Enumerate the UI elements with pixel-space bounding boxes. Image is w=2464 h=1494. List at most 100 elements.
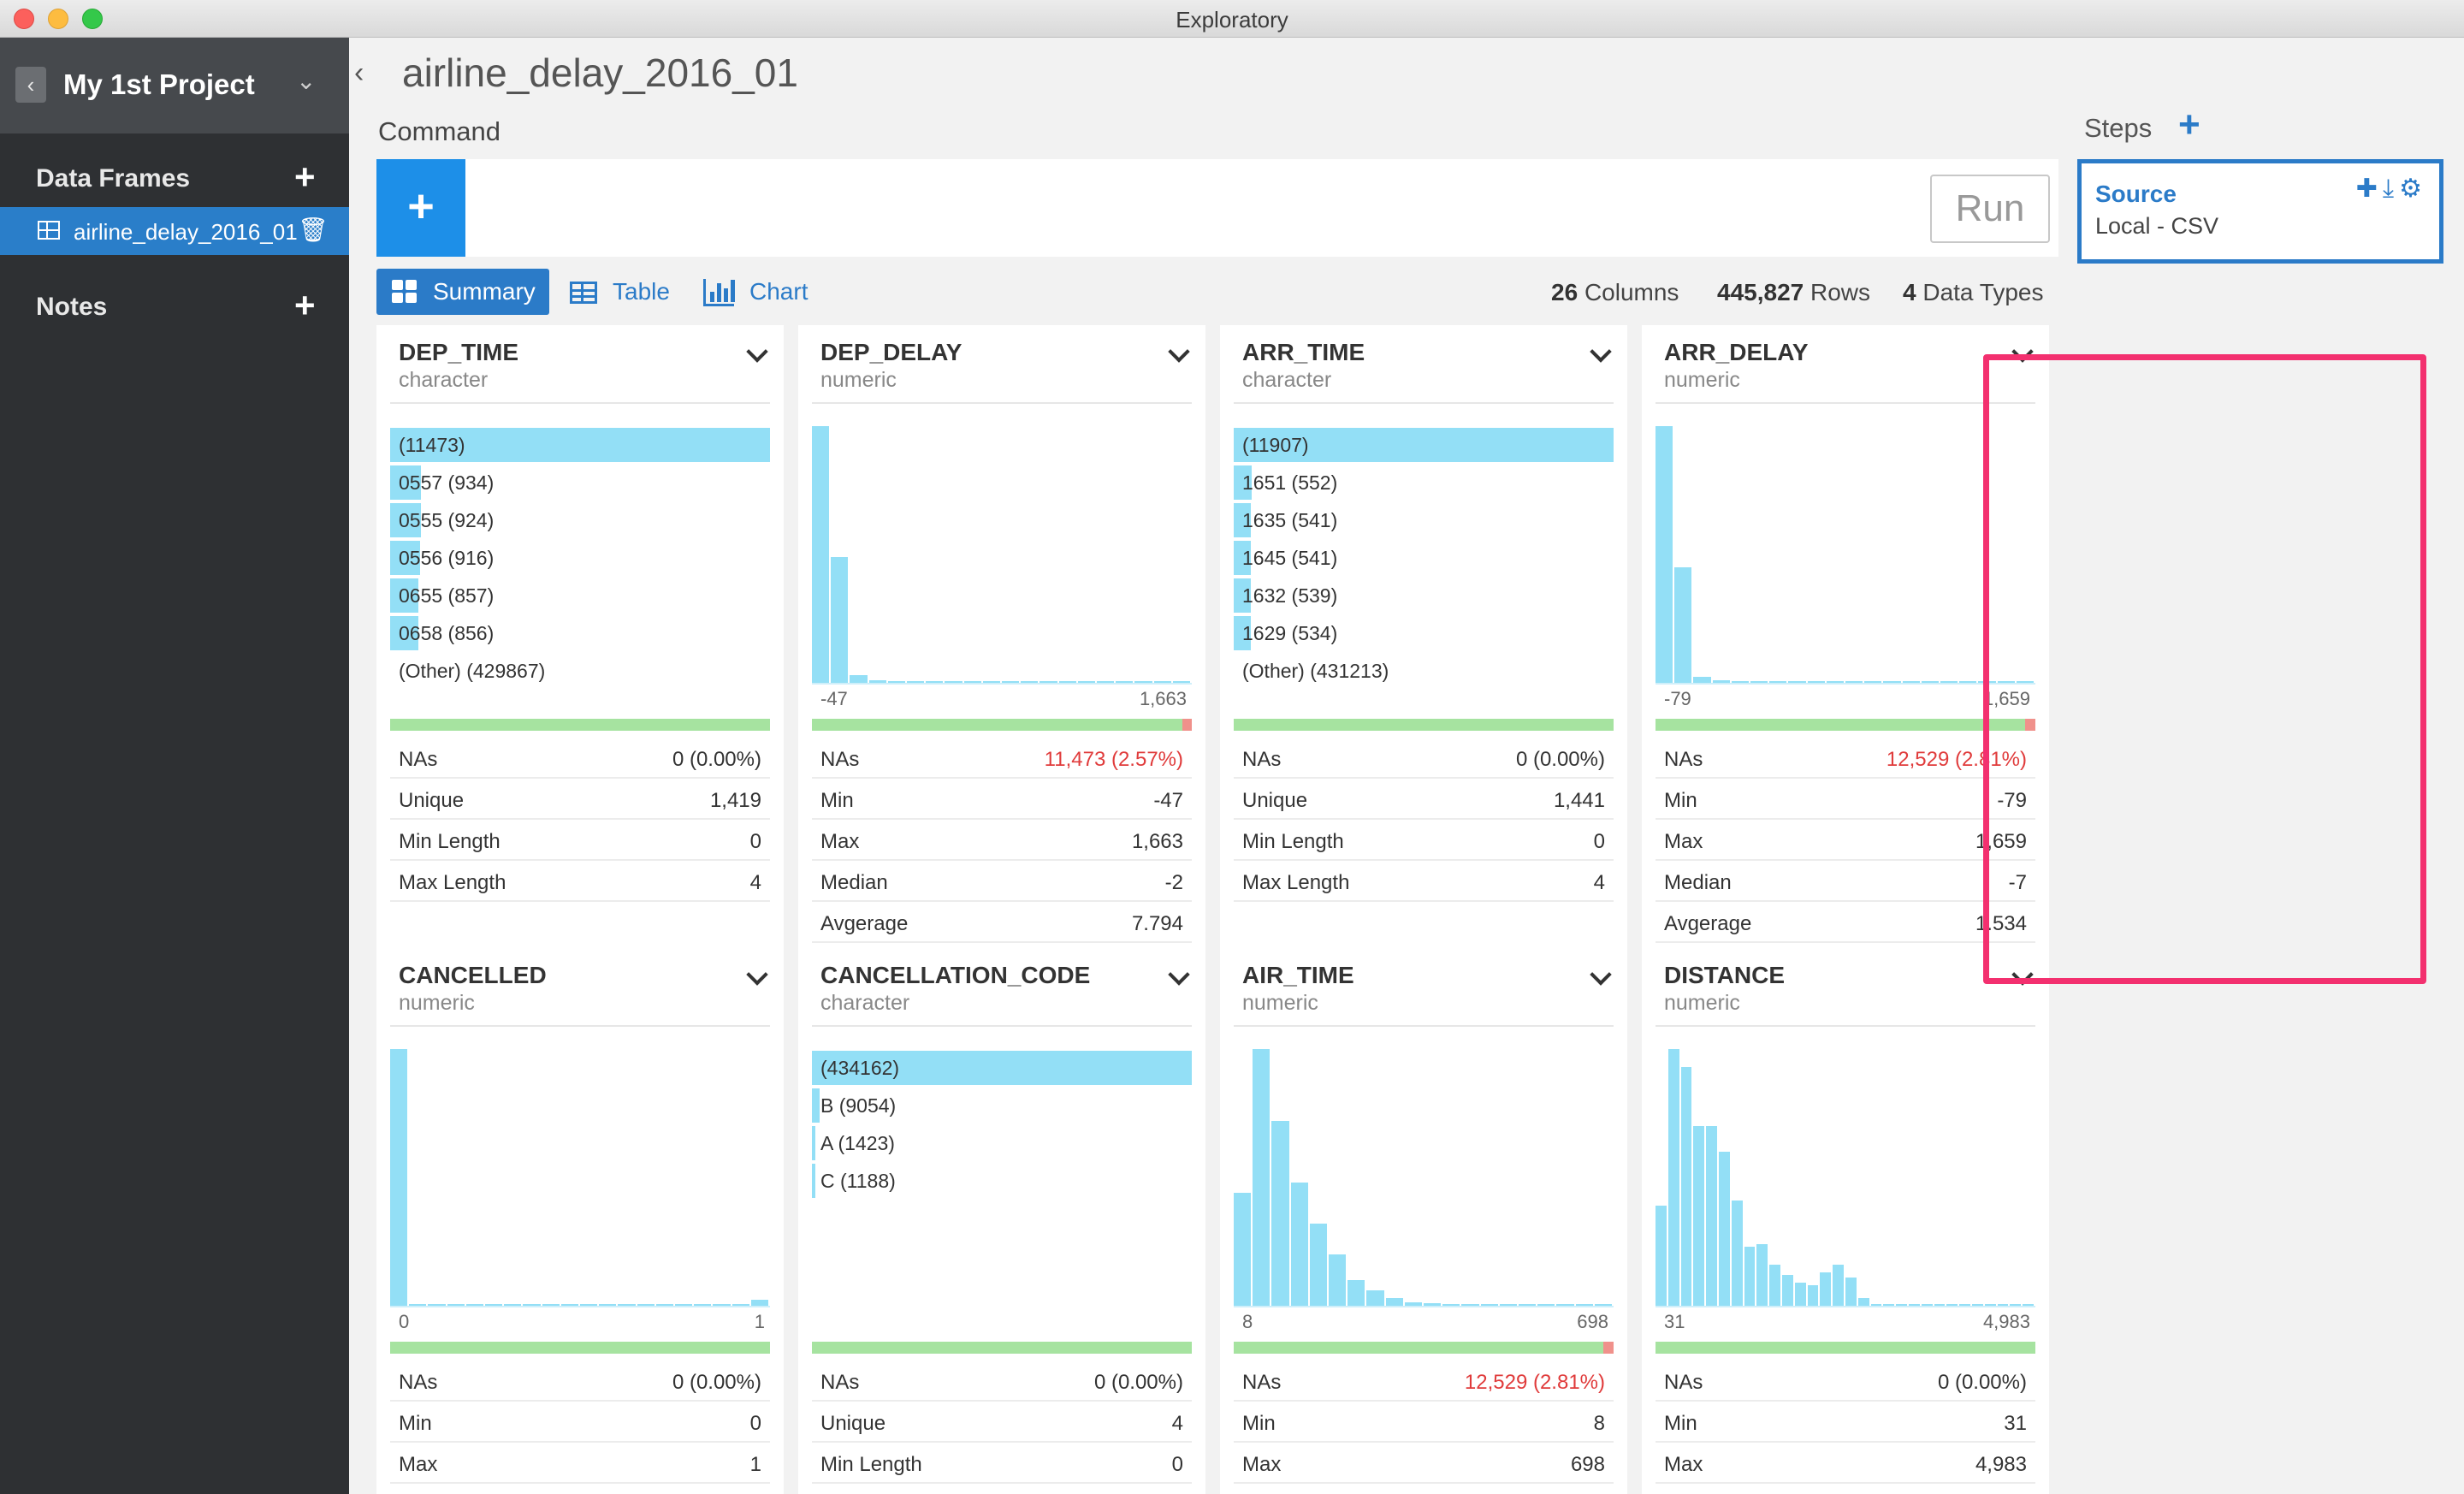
stat-label: Max [399,1453,438,1476]
column-card[interactable]: AIR_TIME numeric 8 698 NAs 12,529 (2.81%) Min 8… [1220,948,1627,1494]
divider [812,402,1192,404]
category-item[interactable]: B (9054) [812,1088,1192,1123]
source-step-title: Source [2095,181,2177,207]
category-item[interactable]: 0655 (857) [390,578,770,613]
category-item[interactable]: 1629 (534) [1234,616,1614,650]
column-card[interactable]: CANCELLEDnumeric01NAs0 (0.00%)Min0Max1Me… [376,948,784,1494]
divider [812,1025,1192,1027]
stat-row: Min 8 [1234,1405,1614,1443]
category-label: 1645 (541) [1242,547,1338,569]
category-item[interactable]: (11907) [1234,428,1614,462]
table-icon [570,282,597,304]
na-missing-segment [1182,719,1192,731]
collapse-sidebar-icon[interactable]: ‹ [354,56,364,90]
add-step-icon[interactable]: + [2178,106,2200,144]
stat-label: Min [1664,1412,1697,1435]
stat-row: Min Length 0 [1234,823,1614,861]
download-icon[interactable]: ⤓ [2383,175,2399,203]
back-icon[interactable]: ‹ [15,67,46,103]
category-item[interactable]: A (1423) [812,1126,1192,1160]
category-item[interactable]: (Other) (429867) [390,654,770,688]
category-item[interactable]: 0658 (856) [390,616,770,650]
histogram-bar [1807,1285,1819,1306]
chevron-down-icon[interactable] [746,341,768,363]
category-item[interactable]: 1635 (541) [1234,503,1614,537]
chevron-down-icon[interactable] [1590,341,1612,363]
histogram-bar [1845,1278,1857,1306]
window-title: Exploratory [1176,7,1288,33]
tab-table[interactable]: Table [570,269,681,315]
page-title: airline_delay_2016_01 [402,50,798,95]
column-name: CANCELLATION_CODE [820,962,1091,988]
category-item[interactable]: 0555 (924) [390,503,770,537]
tab-chart[interactable]: Chart [703,269,823,315]
stat-label: Min [1664,789,1697,812]
stat-label: Max [820,830,860,853]
category-label: 0556 (916) [399,547,495,569]
stat-value: 1,441 [1553,789,1605,812]
stat-row: Max Length 4 [1234,864,1614,902]
category-label: (11907) [1242,434,1309,456]
category-item[interactable]: 0556 (916) [390,541,770,575]
stat-row: Median670 [1656,1487,2035,1494]
chevron-down-icon[interactable] [1168,963,1190,986]
columns-count: 26 Columns [1551,279,1679,305]
project-header[interactable]: ‹ My 1st Project ⌄ [0,38,349,133]
histogram-bar [1857,1298,1869,1306]
add-note-icon[interactable]: + [294,288,316,323]
add-icon[interactable]: ✚ [2356,175,2383,203]
chevron-down-icon[interactable] [1590,963,1612,986]
histogram-bar [1820,1272,1832,1306]
stat-label: NAs [1664,1371,1703,1394]
command-bar[interactable]: + Run [376,159,2058,257]
stat-label: Min [399,1412,432,1435]
category-item[interactable]: 1651 (552) [1234,465,1614,500]
sidebar-item-data-frame[interactable]: airline_delay_2016_01 🗑 [0,207,349,255]
column-name: CANCELLED [399,962,547,988]
chevron-down-icon[interactable] [1168,341,1190,363]
category-item[interactable]: 1632 (539) [1234,578,1614,613]
run-button[interactable]: Run [1930,175,2050,243]
histogram-bar [750,1299,768,1306]
column-card[interactable]: DEP_DELAY numeric -47 1,663 NAs 11,473 (2.57%… [798,325,1205,977]
gear-icon[interactable]: ⚙ [2399,175,2427,203]
category-item[interactable]: C (1188) [812,1164,1192,1198]
category-item[interactable]: (11473) [390,428,770,462]
chevron-down-icon[interactable] [746,963,768,986]
category-item[interactable]: (Other) (431213) [1234,654,1614,688]
histogram-bar [1731,1201,1743,1306]
na-bar [1234,719,1614,731]
max-tick-label: 1,663 [1139,688,1187,709]
column-card[interactable]: CANCELLATION_CODE character (434162) B (905… [798,948,1205,1494]
max-tick-label: 698 [1577,1311,1608,1332]
histogram-bar [1656,426,1673,683]
category-label: (434162) [820,1057,900,1079]
bar-chart-icon [703,279,735,306]
trash-icon[interactable]: 🗑 [298,216,329,244]
stat-row: Min 0 [390,1405,770,1443]
chevron-down-icon[interactable]: ⌄ [296,67,316,95]
stat-row: NAs 11,473 (2.57%) [812,741,1192,779]
stat-row: Max 1,659 [1656,823,2035,861]
column-card[interactable]: DEP_TIME character (11473) 0557 (934) 0555 (… [376,325,784,977]
column-type: character [399,368,489,392]
max-tick-label: 1 [754,1311,765,1332]
stat-row: Median0 [390,1487,770,1494]
add-data-frame-icon[interactable]: + [294,159,316,195]
column-card[interactable]: DISTANCE numeric 31 4,983 NAs 0 (0.00%) Min 31 M… [1642,948,2049,1494]
stat-label: Min Length [1242,830,1344,853]
category-item[interactable]: 0557 (934) [390,465,770,500]
summary-icon [392,280,418,304]
na-bar [812,1342,1192,1354]
histogram-bar [1234,1193,1252,1306]
histogram-bar [1329,1254,1347,1306]
tab-summary[interactable]: Summary [376,269,549,315]
column-type: numeric [399,991,475,1015]
na-bar [1656,1342,2035,1354]
add-command-button[interactable]: + [376,159,465,257]
column-card[interactable]: ARR_TIME character (11907) 1651 (552) 1635 (… [1220,325,1627,977]
stat-value: 4 [1593,871,1605,894]
source-step[interactable]: Source Local - CSV ✚⤓⚙ [2077,159,2443,264]
category-item[interactable]: 1645 (541) [1234,541,1614,575]
category-item[interactable]: (434162) [812,1051,1192,1085]
